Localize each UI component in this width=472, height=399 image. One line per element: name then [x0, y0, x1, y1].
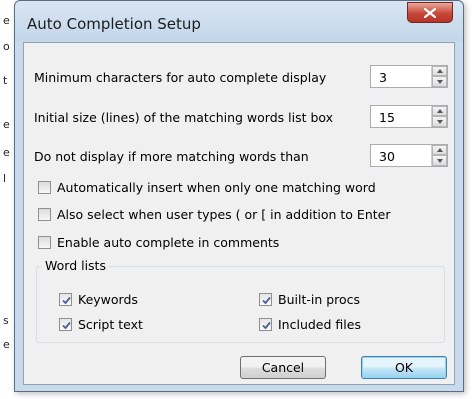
spinner-buttons	[431, 66, 447, 87]
background-char: e	[3, 146, 10, 159]
spinner-buttons	[431, 106, 447, 127]
list-size-label: Initial size (lines) of the matching wor…	[34, 110, 334, 125]
list-size-value[interactable]: 15	[379, 110, 395, 125]
down-arrow-icon	[437, 80, 443, 84]
up-arrow-icon	[437, 69, 443, 73]
checkbox-checked[interactable]	[259, 293, 272, 306]
up-arrow-icon	[437, 109, 443, 113]
close-icon	[424, 8, 436, 18]
dialog-client-area: Minimum characters for auto complete dis…	[23, 42, 455, 385]
list-size-spinner[interactable]: 15	[370, 105, 448, 128]
script-text-label[interactable]: Script text	[78, 317, 143, 332]
checkbox[interactable]	[38, 208, 51, 221]
comments-autocomplete-label[interactable]: Enable auto complete in comments	[57, 235, 279, 250]
included-files-label[interactable]: Included files	[278, 317, 361, 332]
checkbox[interactable]	[38, 236, 51, 249]
checkmark-icon	[262, 321, 271, 330]
spin-down-button[interactable]	[432, 155, 447, 166]
builtin-procs-label[interactable]: Built-in procs	[278, 292, 360, 307]
background-char: e	[3, 14, 10, 27]
min-chars-spinner[interactable]: 3	[370, 65, 448, 88]
checkmark-icon	[62, 321, 71, 330]
checkmark-icon	[262, 296, 271, 305]
max-words-value[interactable]: 30	[379, 149, 395, 164]
close-button[interactable]	[407, 2, 453, 23]
spin-down-button[interactable]	[432, 116, 447, 127]
auto-completion-dialog: Auto Completion Setup Minimum characters…	[14, 0, 464, 392]
background-char: e	[3, 338, 10, 351]
spin-up-button[interactable]	[432, 66, 447, 76]
word-lists-title: Word lists	[42, 258, 109, 273]
keywords-label[interactable]: Keywords	[78, 292, 138, 307]
down-arrow-icon	[437, 120, 443, 124]
dialog-title: Auto Completion Setup	[27, 15, 201, 33]
spin-up-button[interactable]	[432, 145, 447, 155]
select-on-bracket-label[interactable]: Also select when user types ( or [ in ad…	[57, 207, 390, 222]
cancel-button[interactable]: Cancel	[240, 356, 326, 379]
max-words-label: Do not display if more matching words th…	[34, 149, 309, 164]
background-char: o	[3, 40, 10, 53]
checkbox-checked[interactable]	[59, 318, 72, 331]
spinner-buttons	[431, 145, 447, 166]
ok-button[interactable]: OK	[361, 356, 447, 379]
auto-insert-label[interactable]: Automatically insert when only one match…	[57, 180, 376, 195]
max-words-spinner[interactable]: 30	[370, 144, 448, 167]
spin-down-button[interactable]	[432, 76, 447, 87]
checkmark-icon	[62, 296, 71, 305]
title-bar[interactable]: Auto Completion Setup	[15, 1, 463, 41]
background-char: e	[3, 118, 10, 131]
checkbox-checked[interactable]	[259, 318, 272, 331]
checkbox[interactable]	[38, 181, 51, 194]
background-char: l	[3, 172, 7, 185]
min-chars-label: Minimum characters for auto complete dis…	[34, 70, 327, 85]
background-char: t	[3, 74, 8, 87]
checkbox-checked[interactable]	[59, 293, 72, 306]
down-arrow-icon	[437, 159, 443, 163]
spin-up-button[interactable]	[432, 106, 447, 116]
background-document-edge: e o t e e l s e	[0, 0, 14, 399]
up-arrow-icon	[437, 148, 443, 152]
background-char: s	[3, 314, 9, 327]
min-chars-value[interactable]: 3	[379, 70, 387, 85]
